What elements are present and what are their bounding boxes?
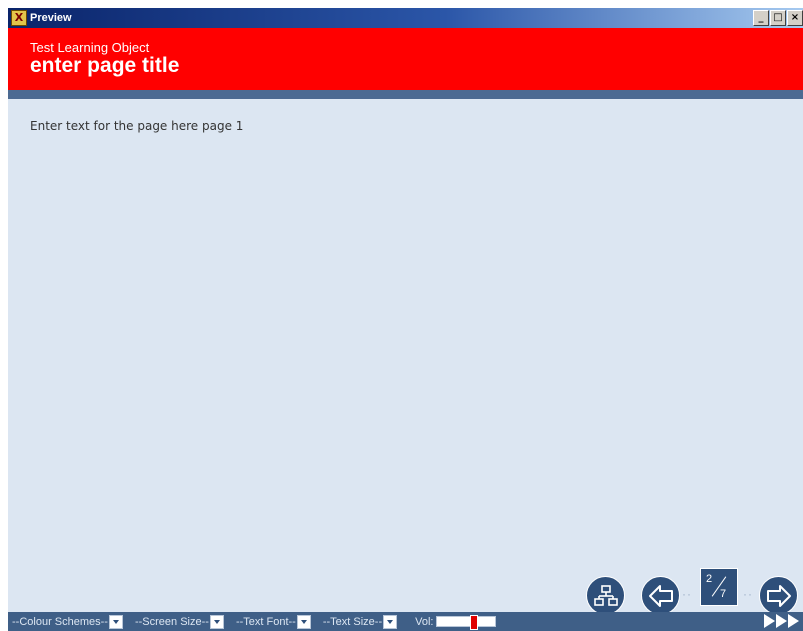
chevron-down-icon[interactable] bbox=[296, 614, 311, 629]
sitemap-icon bbox=[593, 584, 618, 606]
chevron-down-icon[interactable] bbox=[108, 614, 123, 629]
chevron-down-icon[interactable] bbox=[383, 614, 398, 629]
maximize-button[interactable]: □ bbox=[770, 10, 786, 26]
page-counter-total: 7 bbox=[720, 588, 727, 600]
app-logo-icon: X bbox=[11, 10, 27, 26]
window-controls: _ □ × bbox=[753, 10, 803, 26]
text-font-label: --Text Font-- bbox=[235, 615, 296, 628]
nav-separator-dots: ·· bbox=[743, 587, 753, 601]
next-button[interactable] bbox=[759, 576, 798, 615]
close-button[interactable]: × bbox=[787, 10, 803, 26]
minimize-button[interactable]: _ bbox=[753, 10, 769, 26]
text-size-label: --Text Size-- bbox=[322, 615, 383, 628]
page-title: enter page title bbox=[30, 54, 180, 77]
colour-schemes-select[interactable]: --Colour Schemes-- bbox=[12, 614, 123, 629]
volume-control: Vol: bbox=[415, 615, 497, 630]
text-size-select[interactable]: --Text Size-- bbox=[322, 614, 398, 629]
text-font-select[interactable]: --Text Font-- bbox=[235, 614, 311, 629]
content-area: Enter text for the page here page 1 ·· 2… bbox=[8, 99, 803, 615]
page-counter-current: 2 bbox=[706, 573, 713, 585]
screen-size-label: --Screen Size-- bbox=[134, 615, 209, 628]
skip-to-end-icon bbox=[776, 614, 787, 628]
footer-toolbar: --Colour Schemes-- --Screen Size-- --Tex… bbox=[8, 612, 803, 631]
page-header: Test Learning Object enter page title bbox=[8, 28, 803, 90]
volume-slider-thumb[interactable] bbox=[470, 615, 479, 630]
back-arrow-icon bbox=[648, 584, 673, 607]
volume-slider[interactable] bbox=[436, 615, 497, 630]
page-body-text: Enter text for the page here page 1 bbox=[30, 119, 244, 133]
colour-schemes-label: --Colour Schemes-- bbox=[12, 615, 108, 628]
forward-arrow-icon bbox=[766, 584, 791, 607]
back-button[interactable] bbox=[641, 576, 680, 615]
header-divider bbox=[8, 90, 803, 99]
preview-window: X Preview _ □ × Test Learning Object ent… bbox=[8, 8, 803, 631]
learning-object-title: Test Learning Object bbox=[30, 40, 150, 55]
nav-separator-dots: ·· bbox=[682, 587, 692, 601]
skip-to-end-icon bbox=[788, 614, 799, 628]
volume-label: Vol: bbox=[415, 615, 434, 628]
skip-to-end-button[interactable] bbox=[764, 614, 799, 628]
screen-size-select[interactable]: --Screen Size-- bbox=[134, 614, 224, 629]
page-counter: 2 7 bbox=[700, 568, 738, 606]
window-title: Preview bbox=[30, 12, 72, 24]
title-bar: X Preview _ □ × bbox=[8, 8, 803, 28]
skip-to-end-icon bbox=[764, 614, 775, 628]
chevron-down-icon[interactable] bbox=[209, 614, 224, 629]
sitemap-button[interactable] bbox=[586, 576, 625, 615]
